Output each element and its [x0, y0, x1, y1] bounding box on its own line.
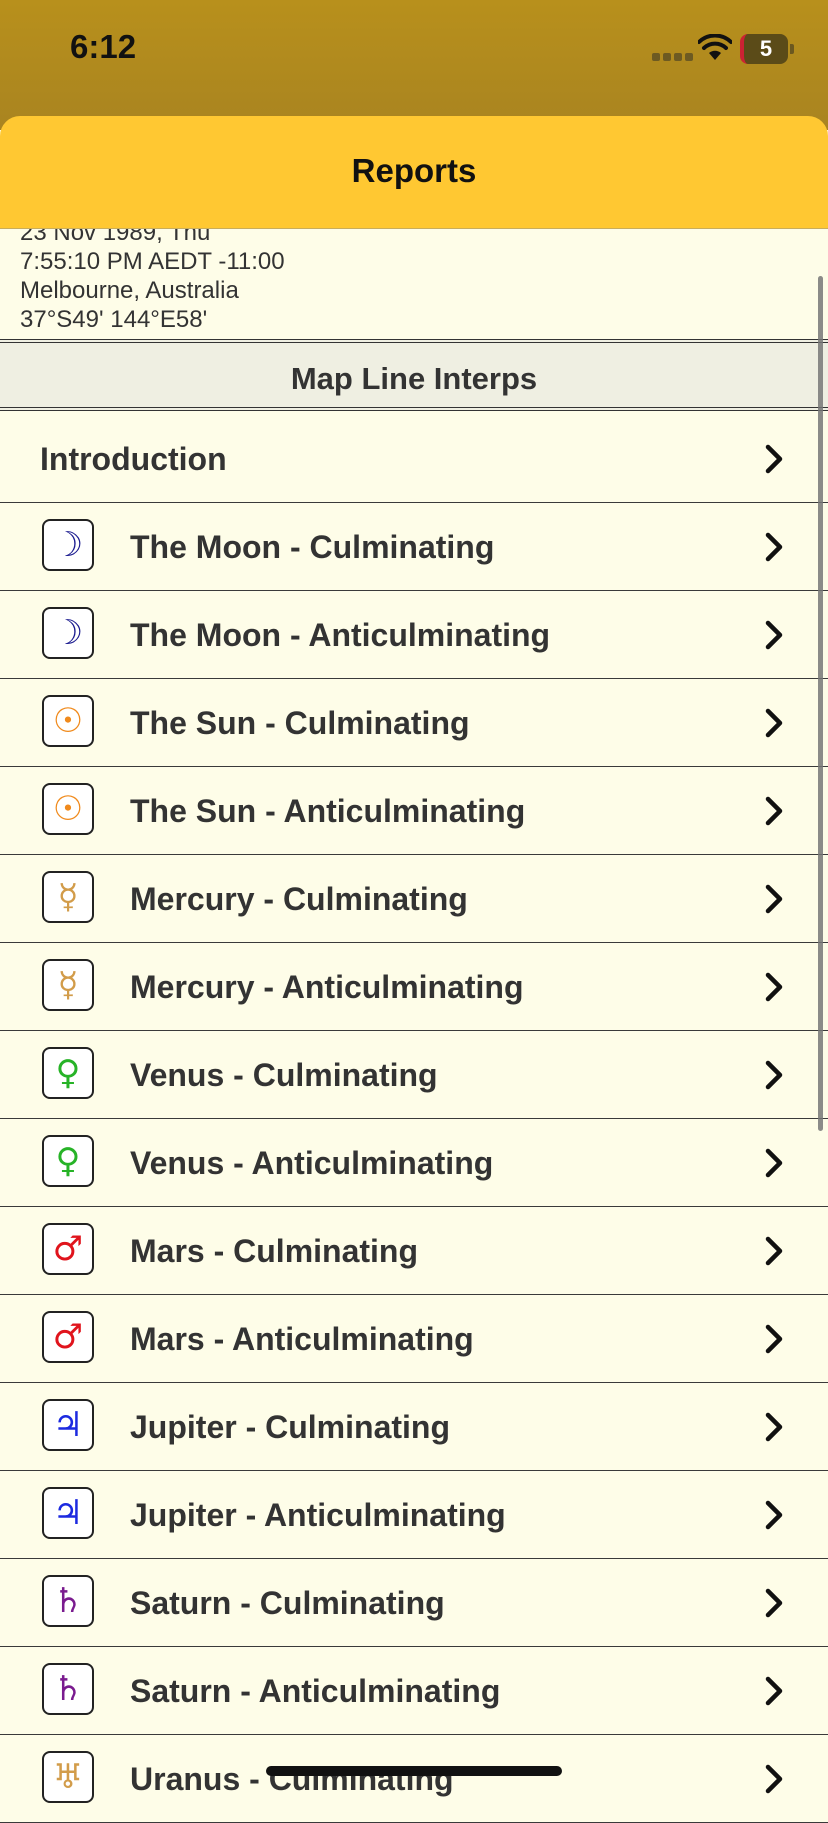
list-item-label: The Moon - Culminating [130, 529, 495, 565]
list-item[interactable]: ☉ The Sun - Culminating [0, 679, 828, 767]
list-item[interactable]: ☽ The Moon - Anticulminating [0, 591, 828, 679]
list-item-label: The Moon - Anticulminating [130, 617, 551, 653]
list-item-label: Jupiter - Culminating [130, 1409, 450, 1445]
venus-icon: ♀ [42, 1047, 94, 1099]
chart-coords: 37°S49' 144°E58' [20, 306, 208, 333]
list-item[interactable]: ♀ Venus - Culminating [0, 1031, 828, 1119]
list-item-label: Introduction [40, 441, 227, 477]
uranus-icon: ♅ [42, 1751, 94, 1803]
jupiter-icon: ♃ [42, 1487, 94, 1539]
chevron-right-icon [765, 796, 783, 826]
list-item-label: Saturn - Culminating [130, 1585, 445, 1621]
list-item-label: Mercury - Anticulminating [130, 969, 524, 1005]
cellular-signal-icon [652, 48, 696, 66]
mercury-icon: ☿ [42, 959, 94, 1011]
chart-place: Melbourne, Australia [20, 277, 239, 304]
chevron-right-icon [765, 1764, 783, 1794]
home-indicator[interactable] [266, 1766, 562, 1776]
chart-info: 23 Nov 1989, Thu 7:55:10 PM AEDT -11:00 … [0, 229, 828, 339]
mars-icon: ♂ [42, 1223, 94, 1275]
chevron-right-icon [765, 1676, 783, 1706]
chevron-right-icon [765, 1148, 783, 1178]
list-item[interactable]: Introduction [0, 415, 828, 503]
list-item[interactable]: ♅ Uranus - Culminating [0, 1735, 828, 1823]
list-item[interactable]: ♂ Mars - Culminating [0, 1207, 828, 1295]
chevron-right-icon [765, 1324, 783, 1354]
status-bar: 6:12 5 [0, 0, 828, 130]
chevron-right-icon [765, 1060, 783, 1090]
chevron-right-icon [765, 1236, 783, 1266]
section-title: Map Line Interps [290, 361, 538, 396]
chevron-right-icon [765, 532, 783, 562]
list-item[interactable]: ♃ Jupiter - Anticulminating [0, 1471, 828, 1559]
mercury-icon: ☿ [42, 871, 94, 923]
chevron-right-icon [765, 620, 783, 650]
list-item[interactable]: ♀ Venus - Anticulminating [0, 1119, 828, 1207]
sun-icon: ☉ [42, 695, 94, 747]
moon-icon: ☽ [42, 607, 94, 659]
wifi-icon [698, 34, 732, 60]
list-item-label: Venus - Anticulminating [130, 1145, 494, 1181]
chevron-right-icon [765, 1500, 783, 1530]
chart-time: 7:55:10 PM AEDT -11:00 [20, 248, 285, 275]
list-item-label: The Sun - Culminating [130, 705, 470, 741]
list-item[interactable]: ☉ The Sun - Anticulminating [0, 767, 828, 855]
list-item[interactable]: ♄ Saturn - Anticulminating [0, 1647, 828, 1735]
saturn-icon: ♄ [42, 1575, 94, 1627]
list-item[interactable]: ♃ Jupiter - Culminating [0, 1383, 828, 1471]
list-item-label: Venus - Culminating [130, 1057, 438, 1093]
mars-icon: ♂ [42, 1311, 94, 1363]
nav-bar: Reports [0, 116, 828, 229]
chevron-right-icon [765, 1412, 783, 1442]
venus-icon: ♀ [42, 1135, 94, 1187]
chevron-right-icon [765, 444, 783, 474]
list-item[interactable]: ☿ Mercury - Culminating [0, 855, 828, 943]
list-item-label: Mercury - Culminating [130, 881, 468, 917]
report-list: Introduction ☽ The Moon - Culminating ☽ The … [0, 415, 828, 1823]
list-item[interactable]: ☽ The Moon - Culminating [0, 503, 828, 591]
sun-icon: ☉ [42, 783, 94, 835]
moon-icon: ☽ [42, 519, 94, 571]
list-item-label: Jupiter - Anticulminating [130, 1497, 506, 1533]
page-title: Reports [351, 152, 477, 189]
scrollbar[interactable] [818, 276, 823, 1131]
chevron-right-icon [765, 972, 783, 1002]
status-time: 6:12 [70, 28, 137, 65]
list-item-label: Mars - Anticulminating [130, 1321, 474, 1357]
list-item[interactable]: ☿ Mercury - Anticulminating [0, 943, 828, 1031]
section-header: Map Line Interps [0, 339, 828, 411]
saturn-icon: ♄ [42, 1663, 94, 1715]
list-item-label: The Sun - Anticulminating [130, 793, 526, 829]
battery-icon: 5 [740, 34, 788, 64]
battery-tip [790, 44, 794, 54]
list-item-label: Saturn - Anticulminating [130, 1673, 501, 1709]
jupiter-icon: ♃ [42, 1399, 94, 1451]
chevron-right-icon [765, 884, 783, 914]
list-item[interactable]: ♂ Mars - Anticulminating [0, 1295, 828, 1383]
chevron-right-icon [765, 708, 783, 738]
list-item-label: Mars - Culminating [130, 1233, 419, 1269]
list-item[interactable]: ♄ Saturn - Culminating [0, 1559, 828, 1647]
chart-date: 23 Nov 1989, Thu [20, 229, 211, 246]
chevron-right-icon [765, 1588, 783, 1618]
